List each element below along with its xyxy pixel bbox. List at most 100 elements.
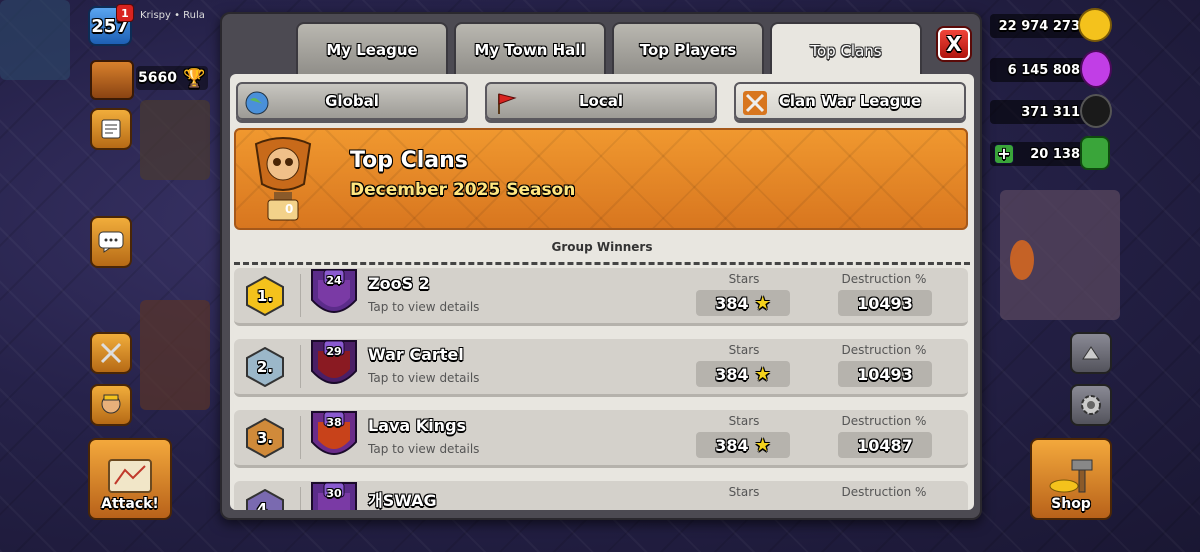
tap-hint: Tap to view details — [368, 300, 480, 314]
elixir-amount: 6 145 808 — [1007, 62, 1080, 78]
add-gems-button[interactable]: + — [994, 144, 1014, 164]
stars-value: 384 — [715, 435, 749, 455]
destruction-label: Destruction % — [841, 272, 927, 286]
chat-button[interactable] — [90, 216, 132, 268]
clan-war-button[interactable] — [90, 332, 132, 374]
close-button[interactable]: X — [938, 28, 970, 60]
tab-label: My Town Hall — [474, 41, 586, 59]
clan-name: ZooS 2 — [368, 274, 430, 293]
trophy-icon: 🏆 — [182, 67, 206, 89]
shop-button[interactable]: Shop — [1030, 438, 1112, 520]
clan-name: 개SWAG — [368, 491, 437, 510]
clan-name: War Cartel — [368, 345, 464, 364]
destruction-label: Destruction % — [841, 343, 927, 357]
rank-badge: 4. — [246, 489, 284, 510]
stars-label: Stars — [728, 343, 760, 357]
rank-badge: 2. — [246, 347, 284, 387]
stars-value-box: 384 ★ — [696, 290, 790, 316]
plus-icon: + — [997, 144, 1011, 163]
clan-row[interactable]: 2. 29 War Cartel Tap to view details Sta… — [234, 339, 968, 397]
tab-my-league[interactable]: My League — [296, 22, 448, 76]
stars-label: Stars — [728, 485, 760, 499]
stars-label: Stars — [728, 414, 760, 428]
hammer-gold-icon — [1049, 459, 1093, 493]
dark-elixir-amount: 371 311 — [1021, 104, 1080, 120]
notification-badge: 1 — [116, 4, 134, 22]
crossed-swords-icon — [743, 91, 767, 115]
tab-label: Top Clans — [810, 42, 882, 60]
clan-row[interactable]: 1. 24 ZooS 2 Tap to view details Stars D… — [234, 268, 968, 326]
stars-value: 384 — [715, 293, 749, 313]
modal-content: Global Local Clan War League 0 Top Clans… — [230, 74, 974, 510]
destruction-value: 10493 — [857, 293, 913, 313]
banner-title: Top Clans — [350, 148, 468, 173]
elixir-icon — [1080, 50, 1112, 88]
share-icon — [1082, 346, 1100, 360]
destruction-value: 10487 — [857, 435, 913, 455]
attack-button[interactable]: Attack! — [88, 438, 172, 520]
dashed-divider — [234, 262, 970, 265]
destruction-value: 10493 — [857, 364, 913, 384]
stars-value-box: 384 ★ — [696, 432, 790, 458]
destruction-value-box: 10493 — [838, 361, 932, 387]
share-button[interactable] — [1070, 332, 1112, 374]
gold-icon — [1078, 8, 1112, 42]
star-icon: ★ — [754, 434, 771, 456]
stars-value: 384 — [715, 364, 749, 384]
gems-amount: 20 138 — [1030, 146, 1080, 162]
filter-local-button[interactable]: Local — [485, 82, 717, 120]
rank-badge: 1. — [246, 276, 284, 316]
clan-row[interactable]: 3. 38 Lava Kings Tap to view details Sta… — [234, 410, 968, 468]
chat-icon — [98, 231, 124, 253]
row-divider — [300, 274, 301, 317]
destruction-value-box: 10493 — [838, 290, 932, 316]
army-button[interactable] — [90, 384, 132, 426]
trophy-value: 0 — [285, 202, 294, 216]
tap-hint: Tap to view details — [368, 371, 480, 385]
elixir-counter: 6 145 808 — [990, 58, 1094, 82]
row-divider — [300, 416, 301, 459]
season-banner: 0 Top Clans December 2025 Season — [234, 128, 968, 230]
rank-number: 4. — [256, 500, 274, 510]
row-divider — [300, 487, 301, 510]
tab-label: My League — [326, 41, 418, 59]
tab-label: Top Players — [639, 41, 737, 59]
star-icon: ★ — [754, 363, 771, 385]
flag-icon — [498, 93, 517, 114]
leaderboard-modal: My League My Town Hall Top Players Top C… — [220, 12, 982, 520]
filter-label: Global — [325, 92, 379, 110]
gem-icon — [1080, 136, 1110, 170]
tab-my-town-hall[interactable]: My Town Hall — [454, 22, 606, 76]
ship-decoration — [140, 300, 210, 410]
news-icon — [101, 119, 121, 139]
rank-number: 1. — [256, 287, 274, 305]
banner-subtitle: December 2025 Season — [350, 180, 576, 200]
stars-label: Stars — [728, 272, 760, 286]
clan-row[interactable]: 4. 30 개SWAG Tap to view details Stars De… — [234, 481, 968, 510]
news-button[interactable] — [90, 108, 132, 150]
tab-top-clans[interactable]: Top Clans — [770, 22, 922, 78]
globe-icon — [245, 91, 269, 115]
crossed-swords-icon — [100, 342, 122, 364]
settings-button[interactable] — [1070, 384, 1112, 426]
rank-number: 3. — [256, 429, 274, 447]
skull-trophy-icon — [254, 137, 312, 221]
destruction-value-box: 10487 — [838, 432, 932, 458]
filter-label: Clan War League — [778, 92, 922, 110]
row-divider — [300, 345, 301, 388]
clan-level: 29 — [326, 345, 342, 358]
trophy-counter: 5660 🏆 — [136, 66, 208, 90]
tab-top-players[interactable]: Top Players — [612, 22, 764, 76]
snow-tree-decoration — [0, 0, 70, 80]
gear-icon — [1081, 395, 1101, 415]
filter-clan-war-league-button[interactable]: Clan War League — [734, 82, 966, 120]
player-name: Krispy • Rula — [140, 10, 205, 21]
rank-badge: 3. — [246, 418, 284, 458]
destruction-label: Destruction % — [841, 414, 927, 428]
filter-global-button[interactable]: Global — [236, 82, 468, 120]
clan-level: 24 — [326, 274, 342, 287]
star-icon: ★ — [754, 292, 771, 314]
dark-elixir-counter: 371 311 — [990, 100, 1094, 124]
league-badge[interactable] — [90, 60, 134, 100]
barbarian-icon — [101, 394, 121, 414]
